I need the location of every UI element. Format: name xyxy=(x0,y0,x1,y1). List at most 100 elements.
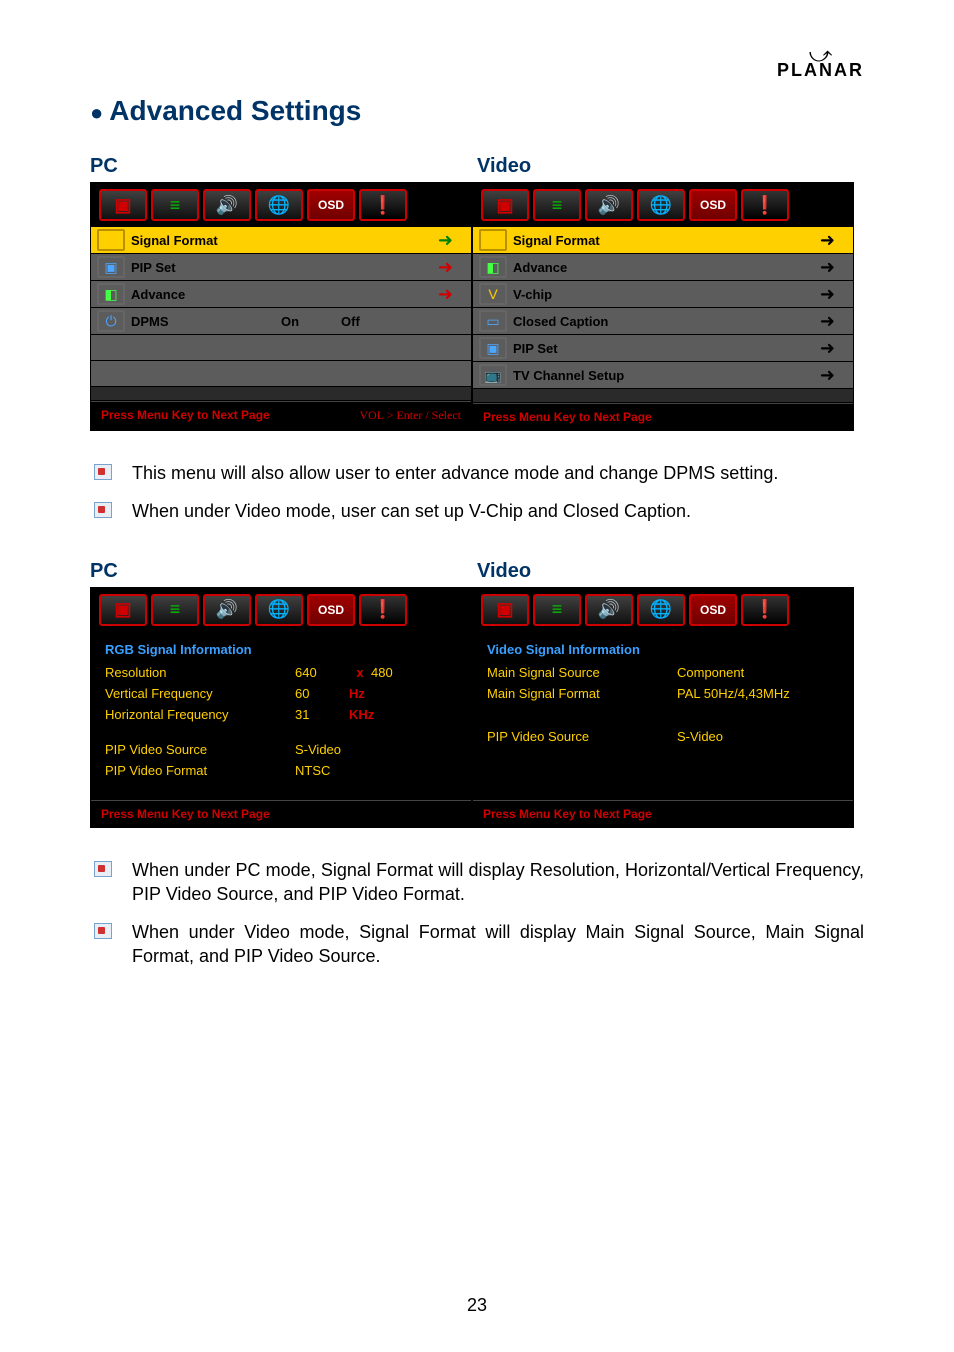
exclaim-icon: ❗ xyxy=(754,195,776,216)
page-title-text: Advanced Settings xyxy=(109,95,361,126)
row-closed-caption[interactable]: ▭ Closed Caption ➜ xyxy=(473,308,853,335)
tab-settings[interactable]: ≡ xyxy=(533,189,581,221)
tab-language[interactable]: 🌐 xyxy=(637,189,685,221)
info-key: PIP Video Format xyxy=(105,763,295,778)
osd-label-text: OSD xyxy=(700,603,726,617)
globe-icon: 🌐 xyxy=(268,599,290,620)
tab-picture[interactable]: ▣ xyxy=(99,594,147,626)
arrow-right-icon: ➜ xyxy=(438,257,453,278)
info-footer: Press Menu Key to Next Page xyxy=(91,800,471,827)
vchip-icon: V xyxy=(479,283,507,305)
row-label: Signal Format xyxy=(131,233,281,248)
tab-advanced[interactable]: ❗ xyxy=(359,189,407,221)
bullet-item: When under Video mode, Signal Format wil… xyxy=(90,920,864,969)
row-advance[interactable]: ◧ Advance ➜ xyxy=(91,281,471,308)
osd-tabs: ▣ ≡ 🔊 🌐 OSD ❗ xyxy=(473,588,853,632)
arrow-right-icon: ➜ xyxy=(820,338,835,359)
footer-right: VOL > Enter / Select xyxy=(359,408,461,423)
bullet-icon xyxy=(94,861,112,877)
tab-settings[interactable]: ≡ xyxy=(533,594,581,626)
exclaim-icon: ❗ xyxy=(372,599,394,620)
info-footer: Press Menu Key to Next Page xyxy=(473,800,853,827)
row-signal-format[interactable]: ◆ Signal Format ➜ xyxy=(91,227,471,254)
info-resolution: Resolution 640 x 480 xyxy=(105,665,457,680)
tab-settings[interactable]: ≡ xyxy=(151,189,199,221)
info-unit: Hz xyxy=(349,686,365,701)
row-empty xyxy=(91,361,471,387)
speaker-icon: 🔊 xyxy=(216,599,238,620)
bullet-dot-icon: ● xyxy=(90,100,103,125)
info-key: PIP Video Source xyxy=(105,742,295,757)
picture-icon: ▣ xyxy=(496,195,513,216)
tab-audio[interactable]: 🔊 xyxy=(203,189,251,221)
info-val: 640 xyxy=(295,665,343,680)
globe-icon: 🌐 xyxy=(650,599,672,620)
tab-language[interactable]: 🌐 xyxy=(255,189,303,221)
advance-icon: ◧ xyxy=(479,256,507,278)
tab-audio[interactable]: 🔊 xyxy=(203,594,251,626)
tab-advanced[interactable]: ❗ xyxy=(741,189,789,221)
info-key: Vertical Frequency xyxy=(105,686,295,701)
info-key: Resolution xyxy=(105,665,295,680)
row-advance[interactable]: ◧ Advance ➜ xyxy=(473,254,853,281)
tab-advanced[interactable]: ❗ xyxy=(359,594,407,626)
row-label: Signal Format xyxy=(513,233,663,248)
label-pc: PC xyxy=(90,560,477,583)
tab-osd[interactable]: OSD xyxy=(307,189,355,221)
signal-format-icon: ◆ xyxy=(97,229,125,251)
tab-advanced[interactable]: ❗ xyxy=(741,594,789,626)
row-signal-format[interactable]: ◆ Signal Format ➜ xyxy=(473,227,853,254)
tab-settings[interactable]: ≡ xyxy=(151,594,199,626)
row-empty xyxy=(91,335,471,361)
row-vchip[interactable]: V V-chip ➜ xyxy=(473,281,853,308)
osd-info-video: ▣ ≡ 🔊 🌐 OSD ❗ Video Signal Information M… xyxy=(472,587,854,828)
tab-osd[interactable]: OSD xyxy=(307,594,355,626)
pip-icon: ▣ xyxy=(479,337,507,359)
row-tv-channel[interactable]: 📺 TV Channel Setup ➜ xyxy=(473,362,853,389)
exclaim-icon: ❗ xyxy=(372,195,394,216)
osd-label-text: OSD xyxy=(700,198,726,212)
signal-format-icon: ◆ xyxy=(479,229,507,251)
tab-audio[interactable]: 🔊 xyxy=(585,594,633,626)
tab-osd[interactable]: OSD xyxy=(689,594,737,626)
label-pc: PC xyxy=(90,155,477,178)
row-dpms[interactable]: ⏻ DPMS On Off xyxy=(91,308,471,335)
info-key: PIP Video Source xyxy=(487,729,677,744)
row-label: DPMS xyxy=(131,314,281,329)
arrow-right-icon: ➜ xyxy=(820,284,835,305)
osd-label-text: OSD xyxy=(318,198,344,212)
tab-osd[interactable]: OSD xyxy=(689,189,737,221)
info-val: 480 xyxy=(371,665,419,680)
tab-picture[interactable]: ▣ xyxy=(481,189,529,221)
picture-icon: ▣ xyxy=(496,599,513,620)
row-pip-set[interactable]: ▣ PIP Set ➜ xyxy=(91,254,471,281)
row-label: Advance xyxy=(513,260,663,275)
info-val: Component xyxy=(677,665,744,680)
logo-text: PLANAR xyxy=(777,60,864,81)
exclaim-icon: ❗ xyxy=(754,599,776,620)
arrow-right-icon: ➜ xyxy=(438,230,453,251)
tab-picture[interactable]: ▣ xyxy=(99,189,147,221)
row-pip-set[interactable]: ▣ PIP Set ➜ xyxy=(473,335,853,362)
info-val: 60 xyxy=(295,686,343,701)
bullet-item: When under PC mode, Signal Format will d… xyxy=(90,858,864,907)
info-key: Main Signal Format xyxy=(487,686,677,701)
tab-language[interactable]: 🌐 xyxy=(637,594,685,626)
tab-audio[interactable]: 🔊 xyxy=(585,189,633,221)
bullet-text: This menu will also allow user to enter … xyxy=(132,461,778,485)
tab-language[interactable]: 🌐 xyxy=(255,594,303,626)
speaker-icon: 🔊 xyxy=(598,195,620,216)
sliders-icon: ≡ xyxy=(170,599,181,620)
info-key: Main Signal Source xyxy=(487,665,677,680)
brand-logo: ⤻ PLANAR xyxy=(777,50,864,81)
osd-panel-pc: ▣ ≡ 🔊 🌐 OSD ❗ ◆ Signal Format ➜ ▣ PIP Se… xyxy=(90,182,472,431)
bullet-text: When under Video mode, user can set up V… xyxy=(132,499,691,523)
tab-picture[interactable]: ▣ xyxy=(481,594,529,626)
info-pip-fmt: PIP Video Format NTSC xyxy=(105,763,457,778)
info-x: x xyxy=(349,665,371,680)
info-key: Horizontal Frequency xyxy=(105,707,295,722)
row-label: PIP Set xyxy=(131,260,281,275)
info-title: RGB Signal Information xyxy=(105,642,457,657)
cc-icon: ▭ xyxy=(479,310,507,332)
osd-label-text: OSD xyxy=(318,603,344,617)
